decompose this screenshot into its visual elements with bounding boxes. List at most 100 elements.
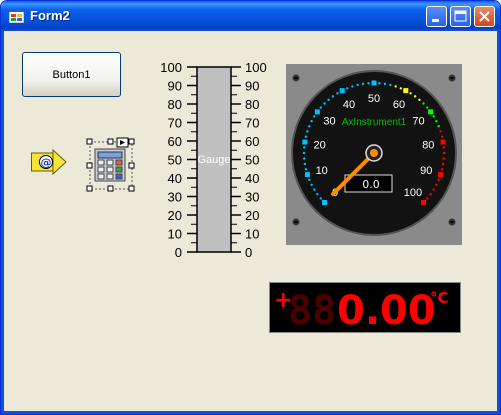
instrument-minor-tick — [441, 162, 445, 166]
instrument-minor-tick — [313, 115, 316, 118]
led-value: 0.00 — [337, 288, 436, 332]
form2-window: Form2 Button1 @ Gauge 0 0 10 10 20 20 30… — [0, 0, 501, 415]
instrument-minor-tick — [399, 87, 402, 90]
instrument-minor-tick — [319, 106, 322, 109]
instrument-minor-tick — [426, 106, 429, 109]
gauge-tick-label-right: 10 — [245, 227, 259, 242]
instrument-scale-label: 30 — [323, 116, 335, 128]
instrument-major-tick — [403, 88, 409, 94]
instrument-minor-tick — [303, 157, 306, 160]
instrument-minor-tick — [389, 83, 392, 87]
gauge-tick-label-left: 40 — [168, 171, 182, 186]
instrument-minor-tick — [323, 102, 326, 105]
instrument-minor-tick — [439, 130, 442, 133]
close-button[interactable] — [474, 6, 495, 27]
instrument-minor-tick — [336, 92, 339, 95]
instrument-name: AxInstrument1 — [342, 117, 407, 128]
instrument-minor-tick — [432, 115, 435, 118]
gauge-tick-label-left: 0 — [175, 245, 182, 260]
instrument-minor-tick — [310, 120, 313, 123]
instrument-minor-tick — [319, 197, 322, 200]
gauge-tick-label-right: 20 — [245, 208, 259, 223]
window-title: Form2 — [30, 8, 70, 23]
instrument-major-tick — [440, 139, 446, 145]
instrument-minor-tick — [440, 135, 444, 138]
instrument-minor-tick — [442, 157, 445, 160]
led-display[interactable]: + 88 0.00 °C — [269, 282, 461, 334]
gauge-tick-label-right: 0 — [245, 245, 252, 260]
led-unit: °C — [430, 289, 449, 307]
instrument-minor-tick — [437, 125, 440, 128]
instrument-minor-tick — [303, 146, 306, 149]
instrument-scale-label: 60 — [393, 99, 405, 111]
gauge-tick-label-left: 70 — [168, 116, 182, 131]
window-border-bottom — [1, 411, 500, 414]
gauge-tick-label-right: 50 — [245, 153, 259, 168]
instrument-minor-tick — [394, 85, 397, 88]
instrument-minor-tick — [316, 192, 319, 196]
instrument-scale-label: 40 — [343, 99, 355, 111]
instrument-minor-tick — [351, 85, 354, 88]
instrument-minor-tick — [383, 82, 387, 86]
instrument-scale-label: 50 — [368, 93, 380, 105]
arrow-at-icon[interactable]: @ — [31, 147, 67, 177]
instrument-minor-tick — [303, 162, 307, 166]
gauge-tick-label-left: 60 — [168, 134, 182, 149]
title-bar[interactable]: Form2 — [1, 1, 500, 31]
svg-text:@: @ — [41, 156, 52, 169]
instrument-minor-tick — [356, 83, 359, 87]
instrument-minor-tick — [378, 82, 381, 85]
instrument-minor-tick — [346, 87, 349, 90]
gauge-tick-label-left: 30 — [168, 190, 182, 205]
gauge-tick-label-left: 50 — [168, 153, 182, 168]
instrument-scale-label: 90 — [420, 165, 432, 177]
instrument-major-tick — [339, 88, 345, 94]
instrument-minor-tick — [426, 197, 429, 200]
instrument-major-tick — [314, 109, 320, 115]
minimize-button[interactable] — [426, 6, 447, 27]
gauge-tick-label-right: 100 — [245, 60, 267, 75]
instrument-major-tick — [438, 172, 444, 178]
instrument-minor-tick — [308, 178, 311, 181]
instrument-scale-label: 80 — [422, 139, 434, 151]
maximize-button[interactable] — [450, 6, 471, 27]
instrument-major-tick — [304, 172, 310, 178]
instrument-major-tick — [428, 109, 434, 115]
gauge-tick-label-right: 30 — [245, 190, 259, 205]
vertical-gauge[interactable]: Gauge 0 0 10 10 20 20 30 30 40 40 50 50 60 60 70 70 80 80… — [151, 57, 281, 263]
button1[interactable]: Button1 — [22, 52, 121, 97]
gauge-tick-label-right: 90 — [245, 79, 259, 94]
instrument-minor-tick — [435, 183, 438, 186]
instrument-major-tick — [302, 139, 308, 145]
instrument-minor-tick — [409, 92, 412, 95]
instrument-minor-tick — [367, 82, 370, 85]
gauge-tick-label-left: 20 — [168, 208, 182, 223]
minimize-icon — [432, 19, 439, 22]
app-icon[interactable] — [9, 9, 24, 23]
instrument-major-tick — [420, 199, 426, 205]
instrument-minor-tick — [331, 95, 335, 98]
instrument-minor-tick — [327, 98, 330, 101]
instrument-scale-label: 20 — [314, 139, 326, 151]
instrument-scale-label: 100 — [404, 187, 422, 199]
axinstrument1[interactable]: 0102030405060708090100 AxInstrument1 0.0 — [286, 64, 462, 245]
instrument-minor-tick — [442, 146, 445, 149]
selected-component[interactable] — [85, 137, 137, 193]
instrument-minor-tick — [435, 120, 438, 123]
instrument-minor-tick — [440, 168, 444, 171]
window-border-left — [1, 31, 4, 414]
instrument-minor-tick — [304, 135, 308, 138]
gauge-tick-label-left: 100 — [160, 60, 182, 75]
maximize-icon — [454, 10, 467, 22]
instrument-scale-label: 70 — [412, 116, 424, 128]
gauge-tick-label-right: 40 — [245, 171, 259, 186]
instrument-minor-tick — [308, 125, 311, 128]
instrument-minor-tick — [442, 151, 446, 155]
instrument-minor-tick — [422, 102, 425, 105]
instrument-scale-label: 10 — [316, 165, 328, 177]
instrument-minor-tick — [306, 130, 309, 133]
gauge-tick-label-left: 80 — [168, 97, 182, 112]
instrument-minor-tick — [432, 188, 435, 191]
instrument-minor-tick — [437, 178, 440, 181]
instrument-major-tick — [371, 80, 377, 86]
